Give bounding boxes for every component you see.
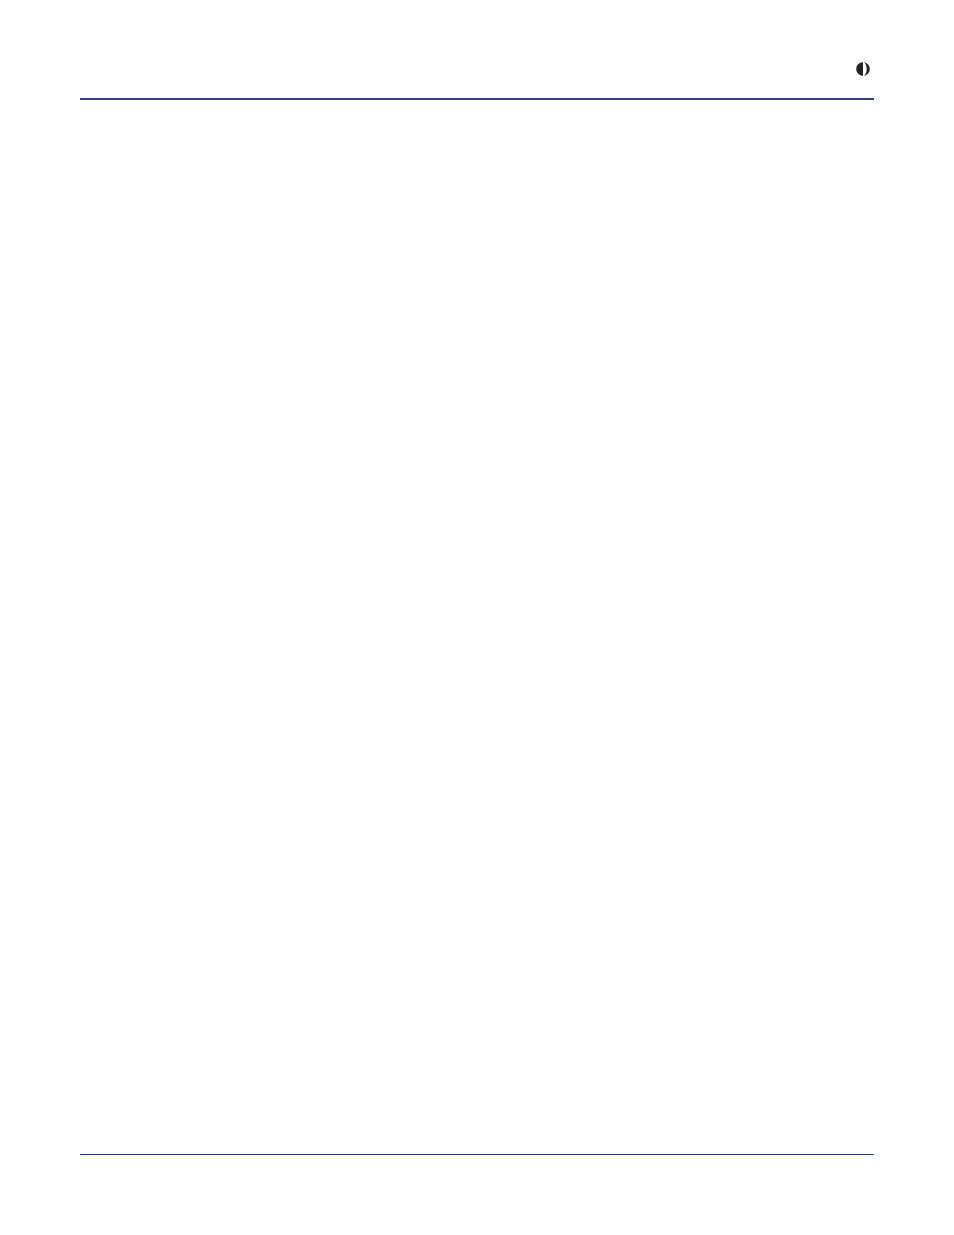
inficon-logo-icon [854,60,872,78]
section-heading [130,171,874,189]
section-heading [130,213,874,231]
header-rule [80,98,874,100]
section-heading [130,129,874,147]
brand-logo [854,60,874,80]
page-content [130,125,874,255]
doc-title [80,74,440,80]
footer-rule [80,1154,874,1156]
